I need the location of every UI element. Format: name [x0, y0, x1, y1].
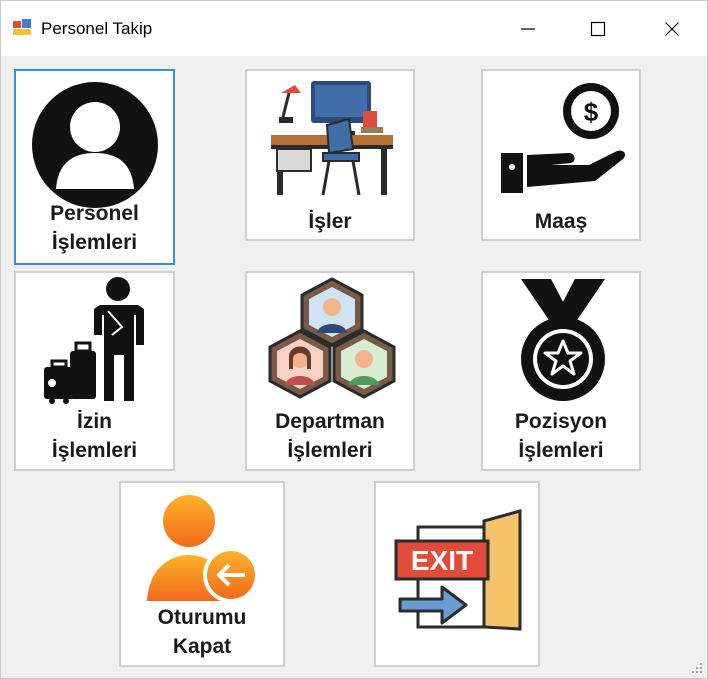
app-form-icon: [13, 19, 31, 35]
isler-label: İşler: [308, 210, 352, 233]
salary-icon: $: [501, 83, 625, 193]
traveler-icon: [44, 277, 144, 404]
minimize-icon: [521, 27, 535, 30]
maximize-button[interactable]: [563, 1, 633, 56]
exit-door-icon: EXIT: [394, 509, 522, 631]
pozisyon-label-line1: Pozisyon: [514, 410, 608, 433]
personel-islemleri-button[interactable]: Personel İşlemleri: [14, 69, 175, 265]
resize-grip-icon[interactable]: [691, 662, 703, 674]
maas-button[interactable]: $ Maaş: [481, 69, 641, 241]
window-title: Personel Takip: [41, 19, 153, 38]
oturumu-label-line1: Oturumu: [157, 606, 247, 629]
close-button[interactable]: [637, 1, 707, 56]
main-window: Personel Takip Personel İşlemleri İşler …: [0, 0, 708, 679]
exit-sign-text: EXIT: [411, 545, 473, 576]
izin-label-line2: İşlemleri: [51, 439, 138, 462]
departman-label-line1: Departman: [275, 410, 385, 433]
desk-icon: [271, 81, 393, 196]
maas-label: Maaş: [534, 210, 588, 233]
personel-label-line1: Personel: [50, 202, 139, 225]
isler-button[interactable]: İşler: [245, 69, 415, 241]
izin-label-line1: İzin: [77, 410, 112, 433]
title-bar[interactable]: Personel Takip: [1, 1, 707, 56]
exit-button[interactable]: EXIT: [374, 481, 540, 667]
pozisyon-islemleri-button[interactable]: Pozisyon İşlemleri: [481, 271, 641, 471]
izin-islemleri-button[interactable]: İzin İşlemleri: [14, 271, 175, 471]
department-icon: [268, 277, 396, 399]
svg-text:$: $: [584, 97, 599, 127]
pozisyon-label-line2: İşlemleri: [518, 439, 604, 462]
oturumu-kapat-button[interactable]: Oturumu Kapat: [119, 481, 285, 667]
logout-user-icon: [147, 495, 259, 603]
person-icon: [32, 82, 158, 208]
medal-icon: [521, 279, 605, 401]
oturumu-label-line2: Kapat: [172, 635, 232, 658]
departman-label-line2: İşlemleri: [287, 439, 373, 462]
minimize-button[interactable]: [493, 1, 563, 56]
personel-label-line2: İşlemleri: [51, 231, 138, 254]
close-icon: [665, 21, 679, 36]
maximize-icon: [590, 21, 606, 36]
departman-islemleri-button[interactable]: Departman İşlemleri: [245, 271, 415, 471]
